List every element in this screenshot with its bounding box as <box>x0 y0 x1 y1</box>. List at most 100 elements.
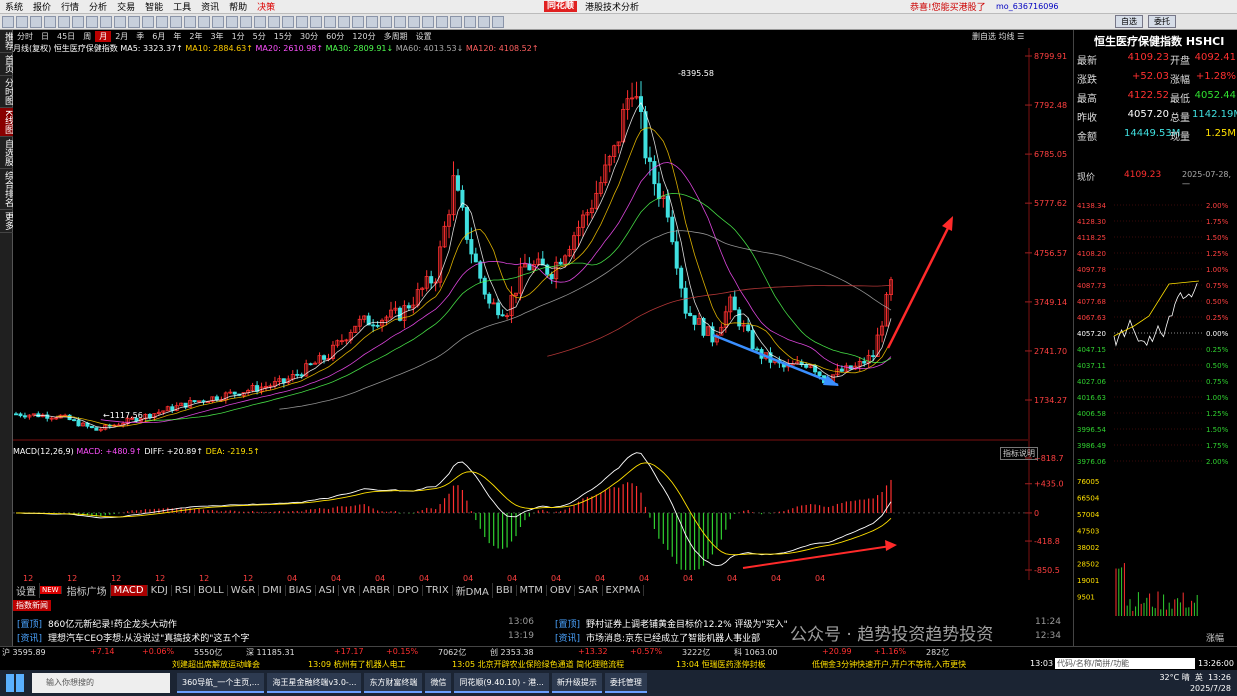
tool-icon[interactable] <box>30 15 42 28</box>
news-item[interactable]: [置顶] 860亿元新纪录!药企龙头大动作 <box>17 617 177 630</box>
tab-sar[interactable]: SAR <box>575 584 603 596</box>
tool-icon[interactable] <box>142 15 154 28</box>
menu-trade[interactable]: 交易 <box>112 0 140 13</box>
ticker-news[interactable]: 13:04 恒瑞医药涨停封板 <box>676 659 766 670</box>
indicator-help-button[interactable]: 指标说明 <box>1000 447 1038 460</box>
tool-icon[interactable] <box>44 15 56 28</box>
taskbar-app[interactable]: 同花顺(9.40.10) - 港... <box>454 673 549 693</box>
ticker-news[interactable]: 13:05 北京开辟农业保险绿色通道 简化理赔流程 <box>452 659 624 670</box>
tool-icon[interactable] <box>100 15 112 28</box>
tool-icon[interactable] <box>58 15 70 28</box>
tool-icon[interactable] <box>170 15 182 28</box>
tool-icon[interactable] <box>16 15 28 28</box>
tab-trix[interactable]: TRIX <box>423 584 453 596</box>
candlestick-chart[interactable]: 8799.91 7792.48 6785.05 5777.62 4756.57 3749.… <box>13 30 1073 613</box>
tab-mtm[interactable]: MTM <box>517 584 547 596</box>
taskbar-search[interactable]: 输入你想搜的 <box>32 673 170 693</box>
tab-vr[interactable]: VR <box>339 584 360 596</box>
taskbar-app[interactable]: 海王星金融终端v3.0-... <box>267 673 362 693</box>
tool-icon[interactable] <box>128 15 140 28</box>
tool-icon[interactable] <box>450 15 462 28</box>
nav-ranking[interactable]: 综合排名 <box>0 169 13 210</box>
tool-icon[interactable] <box>2 15 14 28</box>
tool-icon[interactable] <box>352 15 364 28</box>
taskbar-app[interactable]: 东方财富终端 <box>364 673 423 693</box>
ticker-news[interactable]: 低佣金3分钟快速开户,开户不等待,入市更快 <box>812 659 966 670</box>
tool-icon[interactable] <box>296 15 308 28</box>
tab-obv[interactable]: OBV <box>547 584 576 596</box>
taskbar-app[interactable]: 新升级提示 <box>551 673 602 693</box>
tool-icon[interactable] <box>240 15 252 28</box>
notice-link[interactable]: 恭喜!您能买港股了 <box>910 0 986 13</box>
tab-bbi[interactable]: BBI <box>493 584 517 596</box>
tab-expma[interactable]: EXPMA <box>603 584 645 596</box>
menu-tools[interactable]: 工具 <box>168 0 196 13</box>
nav-kline[interactable]: K线图 <box>0 108 13 137</box>
tool-icon[interactable] <box>478 15 490 28</box>
menu-market[interactable]: 行情 <box>56 0 84 13</box>
tab-新dma[interactable]: 新DMA <box>453 582 493 598</box>
tool-icon[interactable] <box>184 15 196 28</box>
tool-icon[interactable] <box>114 15 126 28</box>
tool-icon[interactable] <box>422 15 434 28</box>
tab-kdj[interactable]: KDJ <box>148 584 172 596</box>
tool-icon[interactable] <box>394 15 406 28</box>
tool-icon[interactable] <box>198 15 210 28</box>
intraday-chart[interactable]: 4138.34 2.00% 4128.30 1.75% 4118.25 1.50% 4108… <box>1074 186 1237 646</box>
tool-icon[interactable] <box>254 15 266 28</box>
menu-quote[interactable]: 报价 <box>28 0 56 13</box>
nav-more[interactable]: 更多 <box>0 210 13 233</box>
tab-dmi[interactable]: DMI <box>259 584 286 596</box>
tab-设置[interactable]: 设置 <box>13 582 40 598</box>
order-button[interactable]: 委托 <box>1148 15 1176 28</box>
user-account[interactable]: mo_636716096 <box>996 2 1059 11</box>
ticker-news[interactable]: 13:09 杭州有了机器人电工 <box>308 659 406 670</box>
tool-icon[interactable] <box>156 15 168 28</box>
tool-icon[interactable] <box>436 15 448 28</box>
tool-icon[interactable] <box>464 15 476 28</box>
tab-bias[interactable]: BIAS <box>286 584 316 596</box>
tab-asi[interactable]: ASI <box>316 584 339 596</box>
taskbar-app[interactable]: 微信 <box>425 673 452 693</box>
tool-icon[interactable] <box>86 15 98 28</box>
menu-smart[interactable]: 智能 <box>140 0 168 13</box>
tab-指标广场[interactable]: 指标广场 <box>64 582 111 598</box>
news-item[interactable]: [置顶] 野村证券上调老铺黄金目标价12.2% 评级为"买入" <box>555 617 788 630</box>
menu-analysis[interactable]: 分析 <box>84 0 112 13</box>
menu-info[interactable]: 资讯 <box>196 0 224 13</box>
tool-icon[interactable] <box>324 15 336 28</box>
tab-dpo[interactable]: DPO <box>394 584 423 596</box>
tool-icon[interactable] <box>310 15 322 28</box>
taskbar-app[interactable]: 360导航_一个主页,... <box>177 673 265 693</box>
tool-icon[interactable] <box>408 15 420 28</box>
tool-icon[interactable] <box>338 15 350 28</box>
watchlist-button[interactable]: 自选 <box>1115 15 1143 28</box>
tool-icon[interactable] <box>380 15 392 28</box>
tab-boll[interactable]: BOLL <box>195 584 228 596</box>
tool-icon[interactable] <box>72 15 84 28</box>
news-item[interactable]: [资讯] 市场消息:京东已经成立了智能机器人事业部 <box>555 631 760 644</box>
windows-start-icon[interactable] <box>6 674 24 692</box>
tool-icon[interactable] <box>268 15 280 28</box>
tool-icon[interactable] <box>282 15 294 28</box>
nav-recommend[interactable]: 推荐 <box>0 30 13 53</box>
tool-icon[interactable] <box>492 15 504 28</box>
tool-icon[interactable] <box>366 15 378 28</box>
news-item[interactable]: [资讯] 理想汽车CEO李想:从没说过"真搞技术的"这五个字 <box>17 631 249 644</box>
tab-rsi[interactable]: RSI <box>172 584 196 596</box>
taskbar-app[interactable]: 委托管理 <box>604 673 647 693</box>
nav-watchlist[interactable]: 自选股 <box>0 137 13 169</box>
nav-home[interactable]: 首页 <box>0 53 13 76</box>
tab-macd[interactable]: MACD <box>110 584 148 596</box>
tab-w&r[interactable]: W&R <box>228 584 260 596</box>
ticker-news[interactable]: 刘建超出席解放运动峰会 <box>172 659 260 670</box>
tool-icon[interactable] <box>226 15 238 28</box>
menu-decision[interactable]: 决策 <box>252 0 280 13</box>
ime-indicator[interactable]: 英 <box>1195 673 1203 682</box>
code-search-input[interactable]: 代码/名称/简拼/功能 <box>1055 658 1195 669</box>
kline-chart-area[interactable]: 分时日 45日周月 2月季 6月年 2年 3年 1分 5分 15分 30分 60分 120分 多周期 设置… <box>13 30 1073 613</box>
tab-arbr[interactable]: ARBR <box>360 584 395 596</box>
nav-timeshare[interactable]: 分时图 <box>0 76 13 108</box>
menu-help[interactable]: 帮助 <box>224 0 252 13</box>
tool-icon[interactable] <box>212 15 224 28</box>
